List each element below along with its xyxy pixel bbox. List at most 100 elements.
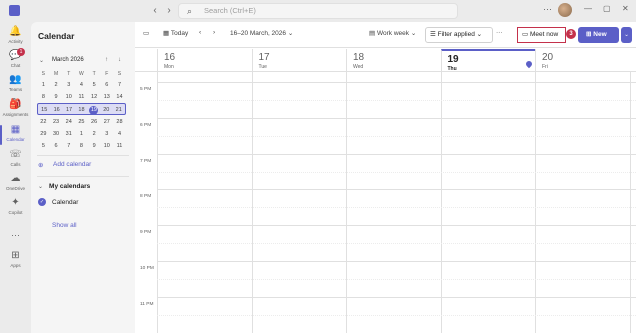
mini-calendar-day[interactable]: 12 <box>88 91 101 103</box>
day-column-header[interactable]: 17 Tue <box>251 49 347 71</box>
location-pin-icon <box>524 59 534 69</box>
chat-icon: 💬 <box>9 50 22 61</box>
mini-calendar-day[interactable]: 18 <box>75 104 87 114</box>
new-meeting-button[interactable]: ⊞ New <box>578 27 619 43</box>
bell-icon: 🔔 <box>9 26 22 37</box>
calendar-main: ▭ ▦ Today ‹ › 16–20 March, 2026 ⌄ ▤ Work… <box>135 22 636 333</box>
avatar[interactable] <box>558 3 572 17</box>
my-calendars-section[interactable]: ⌄ My calendars <box>38 183 90 190</box>
rail-item-calls[interactable]: ☏ Calls <box>0 149 31 173</box>
mini-calendar-day[interactable]: 10 <box>100 140 113 152</box>
mini-calendar-day[interactable]: 22 <box>37 116 50 128</box>
view-switcher[interactable]: ▤ Work week ⌄ <box>369 29 416 37</box>
mini-calendar-day[interactable]: 29 <box>37 128 50 140</box>
mini-calendar-day[interactable]: 20 <box>100 104 112 114</box>
mini-calendar-day[interactable]: 10 <box>62 91 75 103</box>
mini-calendar-day[interactable]: 7 <box>113 79 126 91</box>
mini-calendar-day[interactable]: 11 <box>75 91 88 103</box>
mini-calendar-day[interactable]: 1 <box>37 79 50 91</box>
arrow-down-icon[interactable]: ↓ <box>118 57 121 63</box>
chevron-down-icon: ⌄ <box>476 31 483 38</box>
mini-calendar-day[interactable]: 27 <box>100 116 113 128</box>
meet-now-button[interactable]: ▭ Meet now <box>517 27 566 43</box>
mini-calendar-day[interactable]: 13 <box>100 91 113 103</box>
time-label: 8 PM <box>140 194 152 199</box>
close-button[interactable]: ✕ <box>622 4 629 13</box>
divider <box>37 155 129 156</box>
forward-button[interactable]: › <box>162 4 176 18</box>
mini-calendar-day[interactable]: 8 <box>75 140 88 152</box>
chevron-down-icon[interactable]: ⌄ <box>39 57 44 64</box>
rail-item-assignments[interactable]: 🎒 Assignments <box>0 99 31 123</box>
mini-calendar-day[interactable]: 7 <box>62 140 75 152</box>
today-button[interactable]: ▦ Today <box>163 29 188 37</box>
mini-calendar-month[interactable]: March 2026 <box>52 57 84 63</box>
mini-calendar-day[interactable]: 4 <box>75 79 88 91</box>
filter-button[interactable]: ☰ Filter applied ⌄ <box>425 27 493 43</box>
collapse-pane-icon[interactable]: ▭ <box>143 29 149 37</box>
mini-calendar-day[interactable]: 31 <box>62 128 75 140</box>
mini-calendar-day[interactable]: 2 <box>88 128 101 140</box>
mini-calendar-day[interactable]: 2 <box>50 79 63 91</box>
rail-item-chat[interactable]: 💬 Chat 1 <box>0 48 31 74</box>
mini-calendar-day[interactable]: 14 <box>113 91 126 103</box>
maximize-button[interactable]: ▢ <box>603 4 611 13</box>
mini-calendar-day[interactable]: 23 <box>50 116 63 128</box>
rail-item-onedrive[interactable]: ☁ OneDrive <box>0 173 31 197</box>
rail-item-teams[interactable]: 👥 Teams <box>0 74 31 98</box>
show-all-link[interactable]: Show all <box>52 222 77 229</box>
mini-calendar-week: 8 9 10 11 12 13 14 <box>37 91 126 103</box>
time-grid[interactable]: 5 PM 6 PM 7 PM 8 PM 9 PM 10 PM 11 PM <box>135 71 636 333</box>
more-options-button[interactable]: ··· <box>496 29 503 36</box>
mini-calendar-today[interactable]: 19 <box>88 104 100 115</box>
day-column-header-today[interactable]: 19 Thu <box>440 49 535 72</box>
mini-calendar-week: 29 30 31 1 2 3 4 <box>37 128 126 140</box>
rail-item-activity[interactable]: 🔔 Activity <box>0 26 31 50</box>
mini-calendar-day[interactable]: 21 <box>113 104 125 114</box>
checkmark-icon[interactable]: ✓ <box>38 198 46 206</box>
settings-more-button[interactable]: ··· <box>543 4 552 14</box>
mini-calendar-day[interactable]: 30 <box>50 128 63 140</box>
day-column-header[interactable]: 16 Mon <box>157 49 252 71</box>
mini-calendar-day[interactable]: 1 <box>75 128 88 140</box>
mini-calendar-day[interactable]: 6 <box>50 140 63 152</box>
phone-icon: ☏ <box>9 149 22 160</box>
mini-calendar-day[interactable]: 25 <box>75 116 88 128</box>
rail-item-calendar[interactable]: ▦ Calendar <box>0 124 31 148</box>
arrow-up-icon[interactable]: ↑ <box>105 57 108 63</box>
mini-calendar-day[interactable]: 6 <box>100 79 113 91</box>
video-camera-icon: ▭ <box>522 31 529 38</box>
calendar-left-pane: Calendar ⌄ March 2026 ↑ ↓ S M T W T F S … <box>31 22 135 333</box>
more-apps-button[interactable]: ··· <box>0 230 31 240</box>
date-range-picker[interactable]: 16–20 March, 2026 ⌄ <box>230 29 293 37</box>
minimize-button[interactable]: — <box>584 4 592 13</box>
new-meeting-dropdown[interactable]: ⌄ <box>621 27 632 43</box>
mini-calendar-day[interactable]: 5 <box>88 79 101 91</box>
mini-calendar-day[interactable]: 24 <box>62 116 75 128</box>
teams-logo-icon <box>9 5 20 16</box>
mini-calendar-day[interactable]: 16 <box>50 104 62 114</box>
calendar-today-icon: ▦ <box>163 30 170 37</box>
title-bar: ‹ › ⌕ Search (Ctrl+E) ··· — ▢ ✕ <box>0 0 636 22</box>
back-button[interactable]: ‹ <box>148 4 162 18</box>
rail-item-apps[interactable]: ⊞ Apps <box>0 250 31 274</box>
mini-calendar-day[interactable]: 8 <box>37 91 50 103</box>
day-column-header[interactable]: 18 Wed <box>346 49 441 71</box>
rail-item-copilot[interactable]: ✦ Copilot <box>0 197 31 221</box>
mini-calendar-day[interactable]: 11 <box>113 140 126 152</box>
mini-calendar-day[interactable]: 3 <box>100 128 113 140</box>
mini-calendar-day[interactable]: 17 <box>63 104 75 114</box>
next-week-button[interactable]: › <box>213 29 215 36</box>
mini-calendar-day[interactable]: 26 <box>88 116 101 128</box>
mini-calendar-day[interactable]: 9 <box>50 91 63 103</box>
mini-calendar-day[interactable]: 3 <box>62 79 75 91</box>
mini-calendar-day[interactable]: 5 <box>37 140 50 152</box>
previous-week-button[interactable]: ‹ <box>199 29 201 36</box>
mini-calendar-day[interactable]: 28 <box>113 116 126 128</box>
day-column-header[interactable]: 20 Fri <box>535 49 630 71</box>
apps-icon: ⊞ <box>11 250 20 261</box>
search-input[interactable]: ⌕ Search (Ctrl+E) <box>178 3 458 19</box>
mini-calendar-day[interactable]: 9 <box>88 140 101 152</box>
mini-calendar-day[interactable]: 4 <box>113 128 126 140</box>
mini-calendar-day[interactable]: 15 <box>38 104 50 114</box>
